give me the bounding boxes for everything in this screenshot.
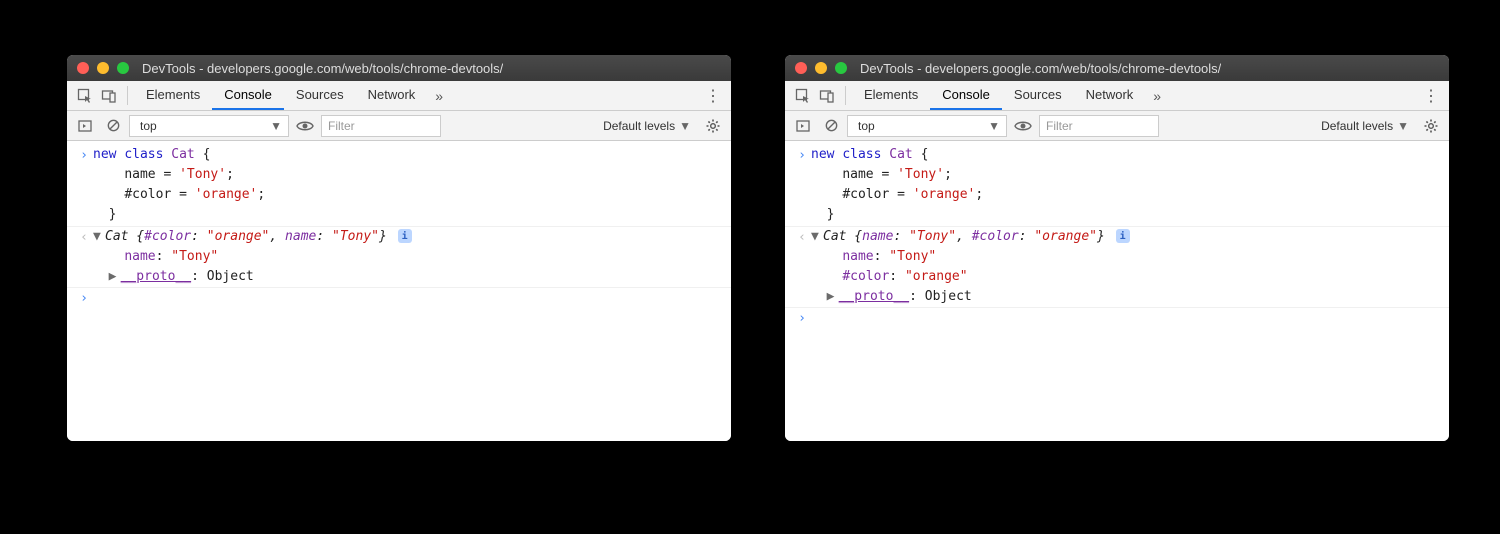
more-tabs-chevron-icon[interactable]: » — [1145, 81, 1169, 110]
console-toolbar: top ▼ Filter Default levels ▼ — [785, 111, 1449, 141]
device-toolbar-icon[interactable] — [97, 81, 121, 110]
object-property[interactable]: #color — [842, 269, 889, 284]
tab-console[interactable]: Console — [930, 81, 1002, 110]
tab-sources[interactable]: Sources — [1002, 81, 1074, 110]
expand-triangle-icon[interactable]: ▼ — [811, 227, 823, 247]
object-property[interactable]: name — [124, 249, 155, 264]
input-chevron-icon: › — [75, 145, 93, 226]
console-input-row: › new class Cat { name = 'Tony'; #color … — [67, 145, 731, 227]
context-selector-value: top — [140, 119, 157, 133]
input-chevron-icon: › — [75, 288, 93, 309]
output-chevron-icon: ‹ — [75, 227, 93, 287]
proto-property[interactable]: __proto__ — [121, 269, 191, 284]
window-controls — [795, 62, 847, 74]
proto-property[interactable]: __proto__ — [839, 289, 909, 304]
tab-console[interactable]: Console — [212, 81, 284, 110]
expand-triangle-icon[interactable]: ▶ — [109, 267, 121, 287]
close-window-button[interactable] — [77, 62, 89, 74]
console-output: ▼Cat {name: "Tony", #color: "orange"} i … — [811, 227, 1441, 308]
tab-network[interactable]: Network — [356, 81, 428, 110]
context-selector[interactable]: top ▼ — [847, 115, 1007, 137]
devtools-window: DevTools - developers.google.com/web/too… — [67, 55, 731, 441]
chevron-down-icon: ▼ — [1397, 119, 1409, 133]
minimize-window-button[interactable] — [815, 62, 827, 74]
console-prompt-row[interactable]: › — [785, 308, 1449, 329]
clear-console-icon[interactable] — [819, 115, 843, 137]
tab-bar: Elements Console Sources Network » ⋮ — [67, 81, 731, 111]
sidebar-toggle-icon[interactable] — [73, 115, 97, 137]
tab-elements[interactable]: Elements — [134, 81, 212, 110]
tab-bar: Elements Console Sources Network » ⋮ — [785, 81, 1449, 111]
more-tabs-chevron-icon[interactable]: » — [427, 81, 451, 110]
console-toolbar: top ▼ Filter Default levels ▼ — [67, 111, 731, 141]
console-output-row: ‹ ▼Cat {#color: "orange", name: "Tony"} … — [67, 227, 731, 288]
settings-kebab-icon[interactable]: ⋮ — [1419, 81, 1443, 110]
info-badge-icon[interactable]: i — [1116, 229, 1130, 243]
log-levels-label: Default levels — [1321, 119, 1393, 133]
window-title: DevTools - developers.google.com/web/too… — [142, 61, 503, 76]
clear-console-icon[interactable] — [101, 115, 125, 137]
log-levels-label: Default levels — [603, 119, 675, 133]
chevron-down-icon: ▼ — [679, 119, 691, 133]
filter-placeholder: Filter — [1046, 119, 1073, 133]
console-body[interactable]: › new class Cat { name = 'Tony'; #color … — [67, 141, 731, 441]
console-input-code: new class Cat { name = 'Tony'; #color = … — [93, 145, 723, 226]
filter-placeholder: Filter — [328, 119, 355, 133]
console-prompt[interactable] — [93, 288, 723, 309]
window-controls — [77, 62, 129, 74]
maximize-window-button[interactable] — [835, 62, 847, 74]
maximize-window-button[interactable] — [117, 62, 129, 74]
console-prompt[interactable] — [811, 308, 1441, 329]
titlebar: DevTools - developers.google.com/web/too… — [67, 55, 731, 81]
log-levels-selector[interactable]: Default levels ▼ — [597, 119, 697, 133]
filter-input[interactable]: Filter — [321, 115, 441, 137]
console-input-code: new class Cat { name = 'Tony'; #color = … — [811, 145, 1441, 226]
inspect-icon[interactable] — [73, 81, 97, 110]
chevron-down-icon: ▼ — [988, 119, 1000, 133]
panel-tabs: Elements Console Sources Network — [852, 81, 1145, 110]
info-badge-icon[interactable]: i — [398, 229, 412, 243]
output-chevron-icon: ‹ — [793, 227, 811, 308]
device-toolbar-icon[interactable] — [815, 81, 839, 110]
input-chevron-icon: › — [793, 308, 811, 329]
input-chevron-icon: › — [793, 145, 811, 226]
log-levels-selector[interactable]: Default levels ▼ — [1315, 119, 1415, 133]
console-settings-gear-icon[interactable] — [1419, 115, 1443, 137]
tab-elements[interactable]: Elements — [852, 81, 930, 110]
tab-network[interactable]: Network — [1074, 81, 1146, 110]
console-prompt-row[interactable]: › — [67, 288, 731, 309]
live-expression-eye-icon[interactable] — [1011, 115, 1035, 137]
console-body[interactable]: › new class Cat { name = 'Tony'; #color … — [785, 141, 1449, 441]
sidebar-toggle-icon[interactable] — [791, 115, 815, 137]
console-output: ▼Cat {#color: "orange", name: "Tony"} i … — [93, 227, 723, 287]
filter-input[interactable]: Filter — [1039, 115, 1159, 137]
close-window-button[interactable] — [795, 62, 807, 74]
panel-tabs: Elements Console Sources Network — [134, 81, 427, 110]
object-summary[interactable]: Cat {#color: "orange", name: "Tony"} — [105, 229, 387, 244]
live-expression-eye-icon[interactable] — [293, 115, 317, 137]
context-selector-value: top — [858, 119, 875, 133]
settings-kebab-icon[interactable]: ⋮ — [701, 81, 725, 110]
minimize-window-button[interactable] — [97, 62, 109, 74]
titlebar: DevTools - developers.google.com/web/too… — [785, 55, 1449, 81]
expand-triangle-icon[interactable]: ▶ — [827, 287, 839, 307]
console-output-row: ‹ ▼Cat {name: "Tony", #color: "orange"} … — [785, 227, 1449, 309]
inspect-icon[interactable] — [791, 81, 815, 110]
context-selector[interactable]: top ▼ — [129, 115, 289, 137]
object-summary[interactable]: Cat {name: "Tony", #color: "orange"} — [823, 229, 1105, 244]
expand-triangle-icon[interactable]: ▼ — [93, 227, 105, 247]
console-input-row: › new class Cat { name = 'Tony'; #color … — [785, 145, 1449, 227]
tab-sources[interactable]: Sources — [284, 81, 356, 110]
object-property[interactable]: name — [842, 249, 873, 264]
devtools-window: DevTools - developers.google.com/web/too… — [785, 55, 1449, 441]
console-settings-gear-icon[interactable] — [701, 115, 725, 137]
chevron-down-icon: ▼ — [270, 119, 282, 133]
window-title: DevTools - developers.google.com/web/too… — [860, 61, 1221, 76]
